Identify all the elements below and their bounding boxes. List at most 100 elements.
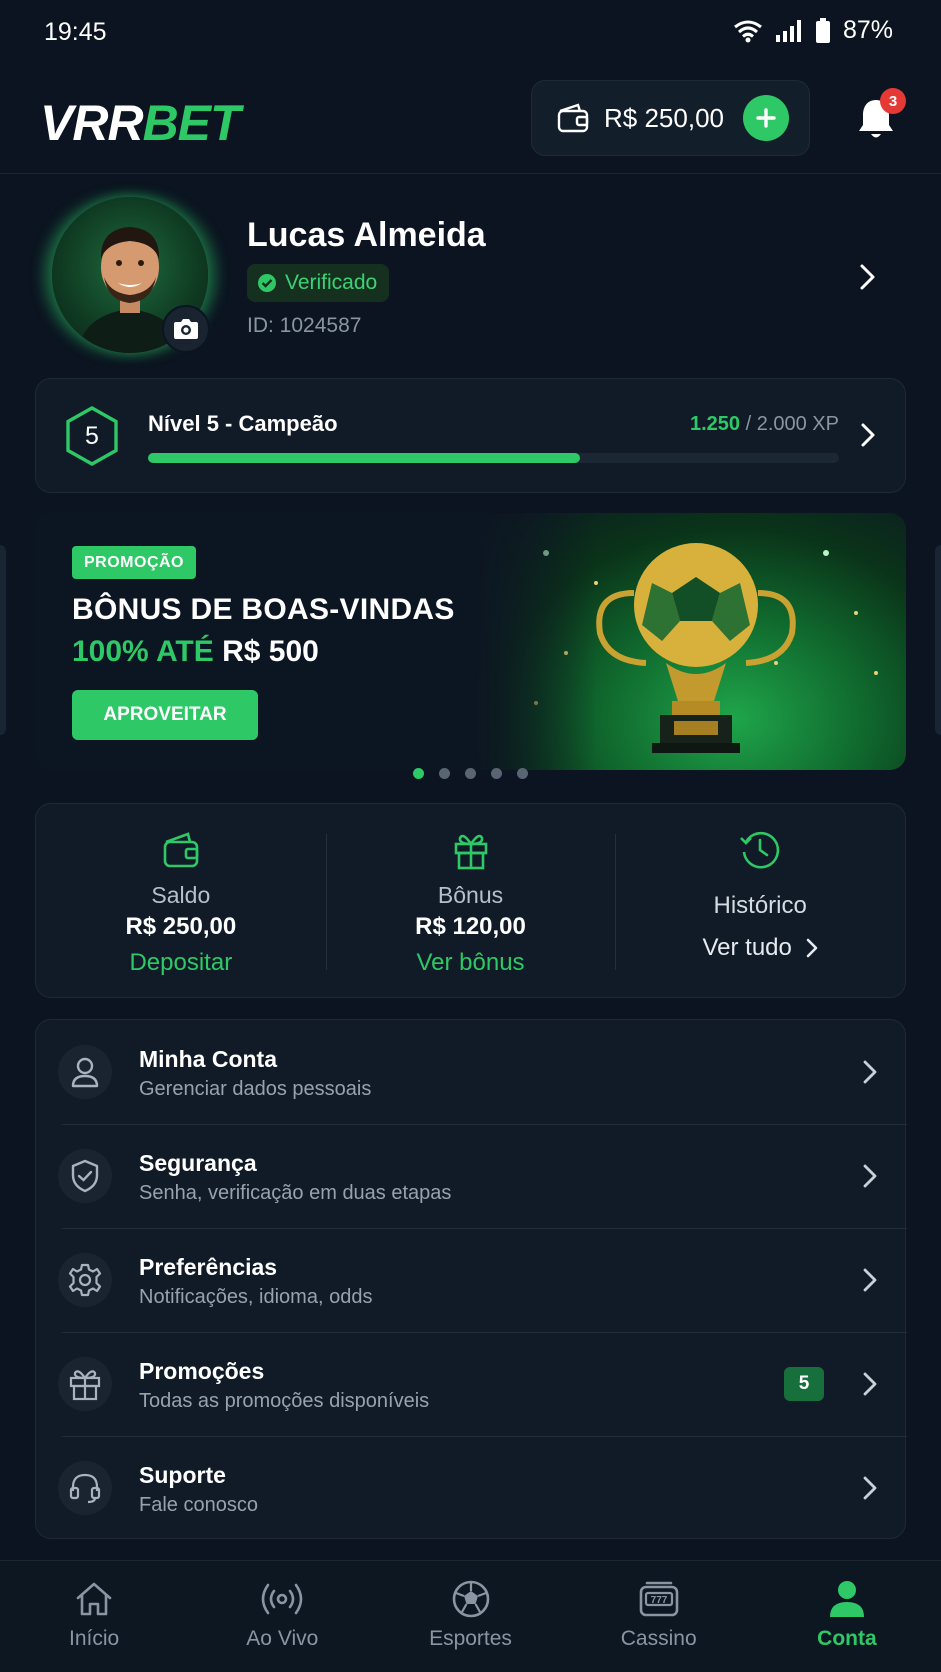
- wallet-amount: R$ 250,00: [604, 102, 724, 133]
- slot-machine-icon: 777: [639, 1581, 679, 1617]
- live-icon: [262, 1583, 303, 1615]
- status-icons: 87%: [733, 16, 893, 45]
- menu-item-title: Minha Conta: [139, 1046, 277, 1072]
- menu-item-minha-conta[interactable]: Minha Conta Gerenciar dados pessoais: [36, 1020, 907, 1124]
- wallet-icon: [163, 832, 199, 868]
- headset-icon: [69, 1473, 101, 1504]
- xp-progress-bar: [148, 453, 839, 463]
- gift-icon: [454, 834, 487, 870]
- change-photo-button[interactable]: [162, 305, 210, 353]
- nav-label: Conta: [817, 1627, 877, 1650]
- promo-cta-button[interactable]: APROVEITAR: [72, 690, 258, 740]
- add-funds-button[interactable]: [743, 95, 789, 141]
- chevron-right-icon: [806, 938, 818, 958]
- status-bar: 19:45 87%: [0, 0, 941, 66]
- level-number: 5: [85, 421, 99, 450]
- profile-id: ID: 1024587: [247, 314, 362, 337]
- menu-item-suporte[interactable]: Suporte Fale conosco: [36, 1436, 907, 1540]
- menu-item-promocoes[interactable]: Promoções Todas as promoções disponíveis…: [36, 1332, 907, 1436]
- promo-banner[interactable]: PROMOÇÃO BÔNUS DE BOAS-VINDAS 100% ATÉ R…: [35, 513, 906, 770]
- avatar[interactable]: [36, 197, 222, 357]
- balance-section: Saldo R$ 250,00 Depositar: [36, 804, 326, 997]
- promotions-count-badge: 5: [784, 1367, 824, 1401]
- deposit-link[interactable]: Depositar: [129, 949, 232, 977]
- vrrbet-logo[interactable]: VRRBET: [40, 94, 241, 152]
- menu-item-title: Preferências: [139, 1254, 278, 1280]
- bonus-value: R$ 120,00: [415, 913, 526, 940]
- profile-name: Lucas Almeida: [247, 216, 486, 254]
- chevron-right-icon: [863, 1476, 877, 1500]
- menu-item-subtitle: Fale conosco: [139, 1494, 258, 1516]
- carousel-dot[interactable]: [465, 768, 476, 779]
- promo-title: BÔNUS DE BOAS-VINDAS: [72, 593, 455, 626]
- nav-tab-conta[interactable]: Conta: [753, 1561, 941, 1672]
- bonus-section: Bônus R$ 120,00 Ver bônus: [325, 804, 616, 997]
- account-menu: Minha Conta Gerenciar dados pessoais Seg…: [35, 1019, 907, 1540]
- status-time: 19:45: [44, 18, 107, 46]
- chevron-right-icon: [863, 1060, 877, 1084]
- carousel-dot[interactable]: [439, 768, 450, 779]
- home-icon: [76, 1582, 112, 1616]
- carousel-pagination: [0, 768, 941, 779]
- history-clock-icon: [740, 831, 780, 869]
- menu-item-subtitle: Todas as promoções disponíveis: [139, 1390, 430, 1412]
- gift-icon: [69, 1370, 101, 1401]
- battery-percent: 87%: [842, 16, 893, 44]
- battery-icon: [815, 17, 830, 43]
- shield-icon: [71, 1159, 99, 1193]
- bonus-label: Bônus: [437, 882, 504, 908]
- level-card[interactable]: 5 Nível 5 - Campeão 1.250 / 2.000 XP: [35, 378, 906, 493]
- bottom-navigation: Início Ao Vivo Esportes 777 Cassino Cont…: [0, 1560, 941, 1672]
- promo-tag: PROMOÇÃO: [72, 546, 196, 579]
- menu-item-title: Segurança: [139, 1150, 257, 1176]
- carousel-dot[interactable]: [517, 768, 528, 779]
- carousel-dot[interactable]: [413, 768, 424, 779]
- next-slide-peek: [935, 545, 941, 735]
- promo-subtitle: 100% ATÉ R$ 500: [72, 635, 319, 668]
- wifi-icon: [734, 20, 762, 42]
- nav-tab-cassino[interactable]: 777 Cassino: [565, 1561, 753, 1672]
- signal-icon: [775, 19, 801, 42]
- check-circle-icon: [258, 274, 276, 292]
- balance-value: R$ 250,00: [125, 913, 237, 940]
- nav-label: Esportes: [429, 1627, 512, 1650]
- nav-tab-esportes[interactable]: Esportes: [376, 1561, 564, 1672]
- balance-label: Saldo: [151, 882, 211, 908]
- view-bonus-link[interactable]: Ver bônus: [416, 949, 524, 977]
- menu-item-seguranca[interactable]: Segurança Senha, verificação em duas eta…: [36, 1124, 907, 1228]
- wallet-icon: [557, 103, 589, 133]
- wallet-balance-button[interactable]: R$ 250,00: [531, 80, 810, 156]
- verified-label: Verificado: [285, 271, 378, 294]
- menu-item-subtitle: Gerenciar dados pessoais: [139, 1078, 372, 1100]
- menu-item-subtitle: Notificações, idioma, odds: [139, 1286, 373, 1308]
- level-title: Nível 5 - Campeão: [148, 411, 338, 436]
- app-header: VRRBET R$ 250,00 3: [0, 66, 941, 174]
- menu-item-subtitle: Senha, verificação em duas etapas: [139, 1182, 452, 1204]
- nav-tab-inicio[interactable]: Início: [0, 1561, 188, 1672]
- history-label: Histórico: [713, 892, 807, 919]
- user-icon: [71, 1057, 99, 1088]
- user-icon: [829, 1581, 864, 1617]
- chevron-right-icon[interactable]: [858, 262, 878, 292]
- chevron-right-icon: [863, 1164, 877, 1188]
- previous-slide-peek: [0, 545, 6, 735]
- plus-icon: [756, 108, 776, 128]
- wallet-summary-card: Saldo R$ 250,00 Depositar Bônus R$ 120,0…: [35, 803, 906, 998]
- nav-label: Cassino: [620, 1627, 697, 1650]
- menu-item-title: Suporte: [139, 1462, 226, 1488]
- camera-icon: [174, 319, 198, 339]
- gear-icon: [68, 1263, 102, 1297]
- verified-badge: Verificado: [247, 264, 390, 302]
- menu-item-preferencias[interactable]: Preferências Notificações, idioma, odds: [36, 1228, 907, 1332]
- chevron-right-icon: [863, 1372, 877, 1396]
- menu-item-title: Promoções: [139, 1358, 265, 1384]
- view-all-link[interactable]: Ver tudo: [702, 934, 818, 962]
- svg-text:777: 777: [650, 1595, 667, 1606]
- notification-badge: 3: [880, 88, 906, 114]
- chevron-right-icon: [861, 423, 875, 447]
- nav-label: Ao Vivo: [246, 1627, 319, 1650]
- nav-label: Início: [69, 1627, 120, 1650]
- xp-progress-text: 1.250 / 2.000 XP: [689, 413, 839, 435]
- nav-tab-ao-vivo[interactable]: Ao Vivo: [188, 1561, 376, 1672]
- carousel-dot[interactable]: [491, 768, 502, 779]
